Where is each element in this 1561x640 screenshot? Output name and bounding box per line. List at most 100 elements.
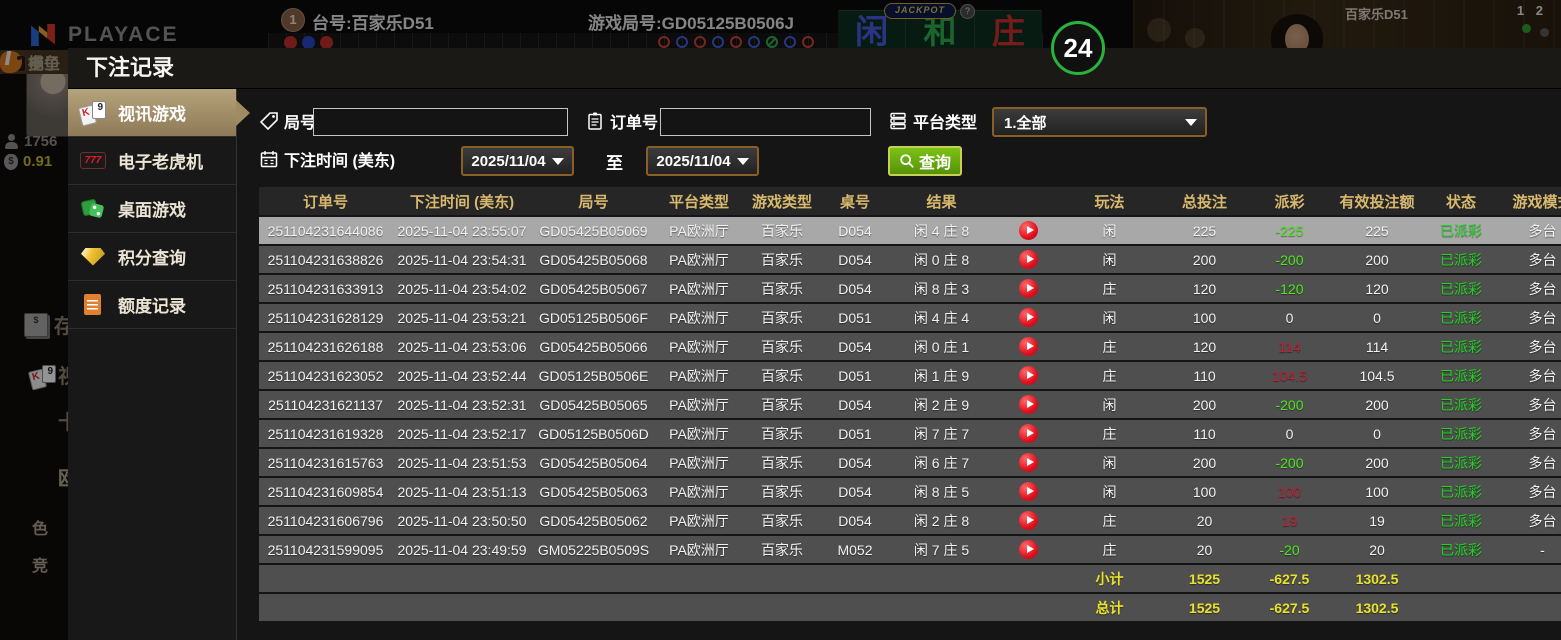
- table-row[interactable]: 251104231615763 2025-11-04 23:51:53 GD05…: [259, 449, 1561, 476]
- calendar-icon: [259, 149, 279, 169]
- cell-status: 已派彩: [1427, 221, 1495, 241]
- cell-total-bet: 120: [1157, 339, 1252, 355]
- table-row[interactable]: 251104231621137 2025-11-04 23:52:31 GD05…: [259, 391, 1561, 418]
- cell-round-id: GD05425B05066: [532, 339, 655, 355]
- modal-menu: 视讯游戏 电子老虎机 桌面游戏: [68, 89, 237, 640]
- cell-payout: -200: [1252, 455, 1327, 471]
- cell-round-id: GD05125B0506E: [532, 368, 655, 384]
- round-number-input[interactable]: [313, 108, 568, 136]
- cell-game-mode: 多台: [1495, 395, 1561, 415]
- play-icon[interactable]: [1019, 337, 1038, 356]
- cell-status: 已派彩: [1427, 366, 1495, 386]
- cell-valid-bet: 104.5: [1327, 368, 1427, 384]
- menu-item-label: 视讯游戏: [118, 100, 186, 125]
- cell-valid-bet: 200: [1327, 397, 1427, 413]
- play-icon[interactable]: [1019, 453, 1038, 472]
- cell-game-type: 百家乐: [743, 366, 821, 386]
- play-icon[interactable]: [1019, 395, 1038, 414]
- cell-bet-time: 2025-11-04 23:55:07: [392, 223, 532, 239]
- modal-menu-item[interactable]: 电子老虎机: [68, 137, 236, 185]
- modal-content: 局号 订单号: [237, 89, 1561, 640]
- order-number-input[interactable]: [660, 108, 871, 136]
- cell-payout: -225: [1252, 223, 1327, 239]
- cell-total-bet: 100: [1157, 310, 1252, 326]
- cell-method: 闲: [1062, 482, 1157, 502]
- cell-platform: PA欧洲厅: [655, 279, 743, 299]
- modal-menu-item[interactable]: 额度记录: [68, 281, 236, 329]
- header-payout: 派彩: [1252, 191, 1327, 212]
- play-icon[interactable]: [1019, 366, 1038, 385]
- play-icon[interactable]: [1019, 221, 1038, 240]
- date-to-select[interactable]: 2025/11/04: [646, 146, 759, 176]
- date-from-select[interactable]: 2025/11/04: [461, 146, 574, 176]
- play-icon[interactable]: [1019, 250, 1038, 269]
- cell-payout: 19: [1252, 513, 1327, 529]
- modal-menu-item[interactable]: 桌面游戏: [68, 185, 236, 233]
- cell-order-id: 251104231619328: [259, 426, 392, 442]
- cell-method: 闲: [1062, 221, 1157, 241]
- cell-bet-time: 2025-11-04 23:52:31: [392, 397, 532, 413]
- cell-game-type: 百家乐: [743, 221, 821, 241]
- play-icon[interactable]: [1019, 424, 1038, 443]
- header-game-mode: 游戏模式: [1495, 191, 1561, 212]
- table-row[interactable]: 251104231644086 2025-11-04 23:55:07 GD05…: [259, 217, 1561, 244]
- cell-total-bet: 200: [1157, 455, 1252, 471]
- table-row[interactable]: 251104231638826 2025-11-04 23:54:31 GD05…: [259, 246, 1561, 273]
- table-row[interactable]: 251104231599095 2025-11-04 23:49:59 GM05…: [259, 536, 1561, 563]
- order-filter-label: 订单号: [585, 109, 658, 133]
- date-from-value: 2025/11/04: [471, 153, 545, 170]
- search-button[interactable]: 查询: [888, 146, 962, 176]
- platform-type-select[interactable]: 1.全部: [992, 107, 1207, 137]
- cell-status: 已派彩: [1427, 395, 1495, 415]
- table-row[interactable]: 251104231606796 2025-11-04 23:50:50 GD05…: [259, 507, 1561, 534]
- menu-item-label: 额度记录: [118, 292, 186, 317]
- cell-game-mode: 多台: [1495, 366, 1561, 386]
- header-result: 结果: [889, 191, 994, 212]
- cell-order-id: 251104231615763: [259, 455, 392, 471]
- play-icon[interactable]: [1019, 540, 1038, 559]
- menu-item-label: 电子老虎机: [118, 148, 203, 173]
- cell-table-no: D054: [821, 397, 889, 413]
- cell-total-bet: 200: [1157, 252, 1252, 268]
- play-icon[interactable]: [1019, 511, 1038, 530]
- cell-valid-bet: 120: [1327, 281, 1427, 297]
- cell-payout: -120: [1252, 281, 1327, 297]
- search-icon: [899, 153, 915, 169]
- cell-status: 已派彩: [1427, 337, 1495, 357]
- cell-valid-bet: 0: [1327, 426, 1427, 442]
- cell-game-type: 百家乐: [743, 395, 821, 415]
- cell-method: 闲: [1062, 395, 1157, 415]
- table-row[interactable]: 251104231609854 2025-11-04 23:51:13 GD05…: [259, 478, 1561, 505]
- cell-status: 已派彩: [1427, 424, 1495, 444]
- cell-table-no: D054: [821, 513, 889, 529]
- table-row[interactable]: 251104231623052 2025-11-04 23:52:44 GD05…: [259, 362, 1561, 389]
- cell-total-bet: 225: [1157, 223, 1252, 239]
- cell-status: 已派彩: [1427, 482, 1495, 502]
- cell-game-type: 百家乐: [743, 482, 821, 502]
- cell-table-no: D054: [821, 281, 889, 297]
- cell-platform: PA欧洲厅: [655, 366, 743, 386]
- table-row[interactable]: 251104231626188 2025-11-04 23:53:06 GD05…: [259, 333, 1561, 360]
- play-icon[interactable]: [1019, 308, 1038, 327]
- play-icon[interactable]: [1019, 279, 1038, 298]
- cell-game-type: 百家乐: [743, 540, 821, 560]
- table-row[interactable]: 251104231628129 2025-11-04 23:53:21 GD05…: [259, 304, 1561, 331]
- cell-result: 闲 2 庄 8: [889, 511, 994, 531]
- modal-menu-item[interactable]: 积分查询: [68, 233, 236, 281]
- cell-payout: -20: [1252, 542, 1327, 558]
- dim-overlay: [0, 50, 68, 640]
- table-row[interactable]: 251104231619328 2025-11-04 23:52:17 GD05…: [259, 420, 1561, 447]
- modal-menu-item[interactable]: 视讯游戏: [68, 89, 236, 137]
- round-filter-label: 局号: [259, 109, 316, 133]
- date-to-value: 2025/11/04: [656, 153, 730, 170]
- header-table-no: 桌号: [821, 191, 889, 212]
- countdown-timer: 24: [1051, 21, 1105, 75]
- dim-overlay: [0, 0, 1561, 50]
- cell-game-type: 百家乐: [743, 308, 821, 328]
- subtotal-row: 小计 1525 -627.5 1302.5: [259, 565, 1561, 592]
- table-row[interactable]: 251104231633913 2025-11-04 23:54:02 GD05…: [259, 275, 1561, 302]
- play-icon[interactable]: [1019, 482, 1038, 501]
- chevron-down-icon: [1185, 119, 1197, 126]
- cell-platform: PA欧洲厅: [655, 424, 743, 444]
- cell-table-no: D054: [821, 252, 889, 268]
